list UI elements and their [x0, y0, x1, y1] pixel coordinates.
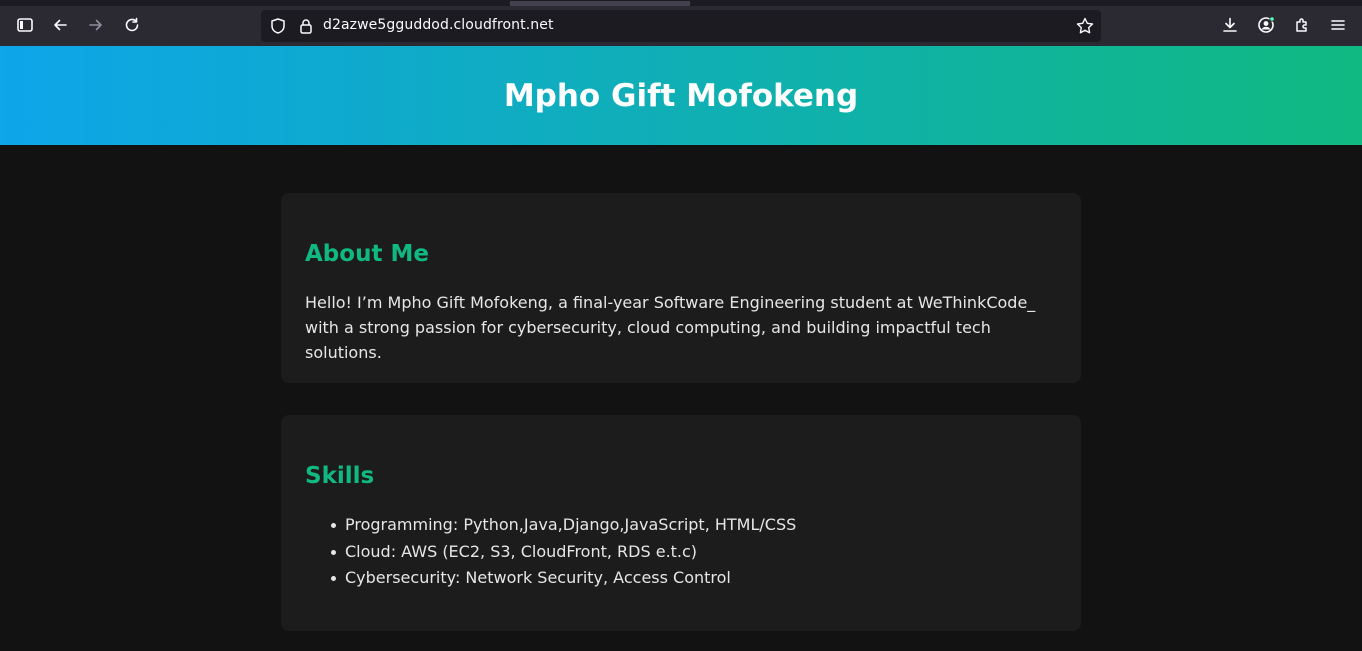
- list-item: Cybersecurity: Network Security, Access …: [329, 565, 1057, 592]
- skills-list: Programming: Python,Java,Django,JavaScri…: [329, 512, 1057, 592]
- skills-title: Skills: [305, 463, 375, 489]
- url-text[interactable]: d2azwe5gguddod.cloudfront.net: [323, 17, 554, 33]
- about-card: About Me Hello! I’m Mpho Gift Mofokeng, …: [281, 193, 1081, 383]
- account-icon[interactable]: [1253, 12, 1279, 38]
- sidebar-icon[interactable]: [12, 12, 38, 38]
- url-bar[interactable]: d2azwe5gguddod.cloudfront.net: [261, 10, 1101, 42]
- forward-arrow-icon[interactable]: [83, 12, 109, 38]
- skills-card: Skills Programming: Python,Java,Django,J…: [281, 415, 1081, 631]
- page-title: Mpho Gift Mofokeng: [503, 77, 859, 114]
- download-icon[interactable]: [1217, 12, 1243, 38]
- about-title: About Me: [305, 241, 429, 267]
- list-item: Programming: Python,Java,Django,JavaScri…: [329, 512, 1057, 539]
- browser-toolbar: d2azwe5gguddod.cloudfront.net: [0, 0, 1362, 46]
- star-icon[interactable]: [1075, 16, 1095, 36]
- active-tab-edge[interactable]: [510, 1, 690, 6]
- hero-header: Mpho Gift Mofokeng: [0, 46, 1362, 145]
- shield-icon[interactable]: [269, 17, 287, 35]
- web-page: Mpho Gift Mofokeng About Me Hello! I’m M…: [0, 46, 1362, 651]
- extensions-icon[interactable]: [1289, 12, 1315, 38]
- hamburger-menu-icon[interactable]: [1325, 12, 1351, 38]
- reload-icon[interactable]: [119, 12, 145, 38]
- list-item: Cloud: AWS (EC2, S3, CloudFront, RDS e.t…: [329, 539, 1057, 566]
- lock-icon[interactable]: [297, 17, 315, 35]
- tab-strip: [0, 1, 1362, 6]
- about-text: Hello! I’m Mpho Gift Mofokeng, a final-y…: [305, 293, 1036, 362]
- back-arrow-icon[interactable]: [47, 12, 73, 38]
